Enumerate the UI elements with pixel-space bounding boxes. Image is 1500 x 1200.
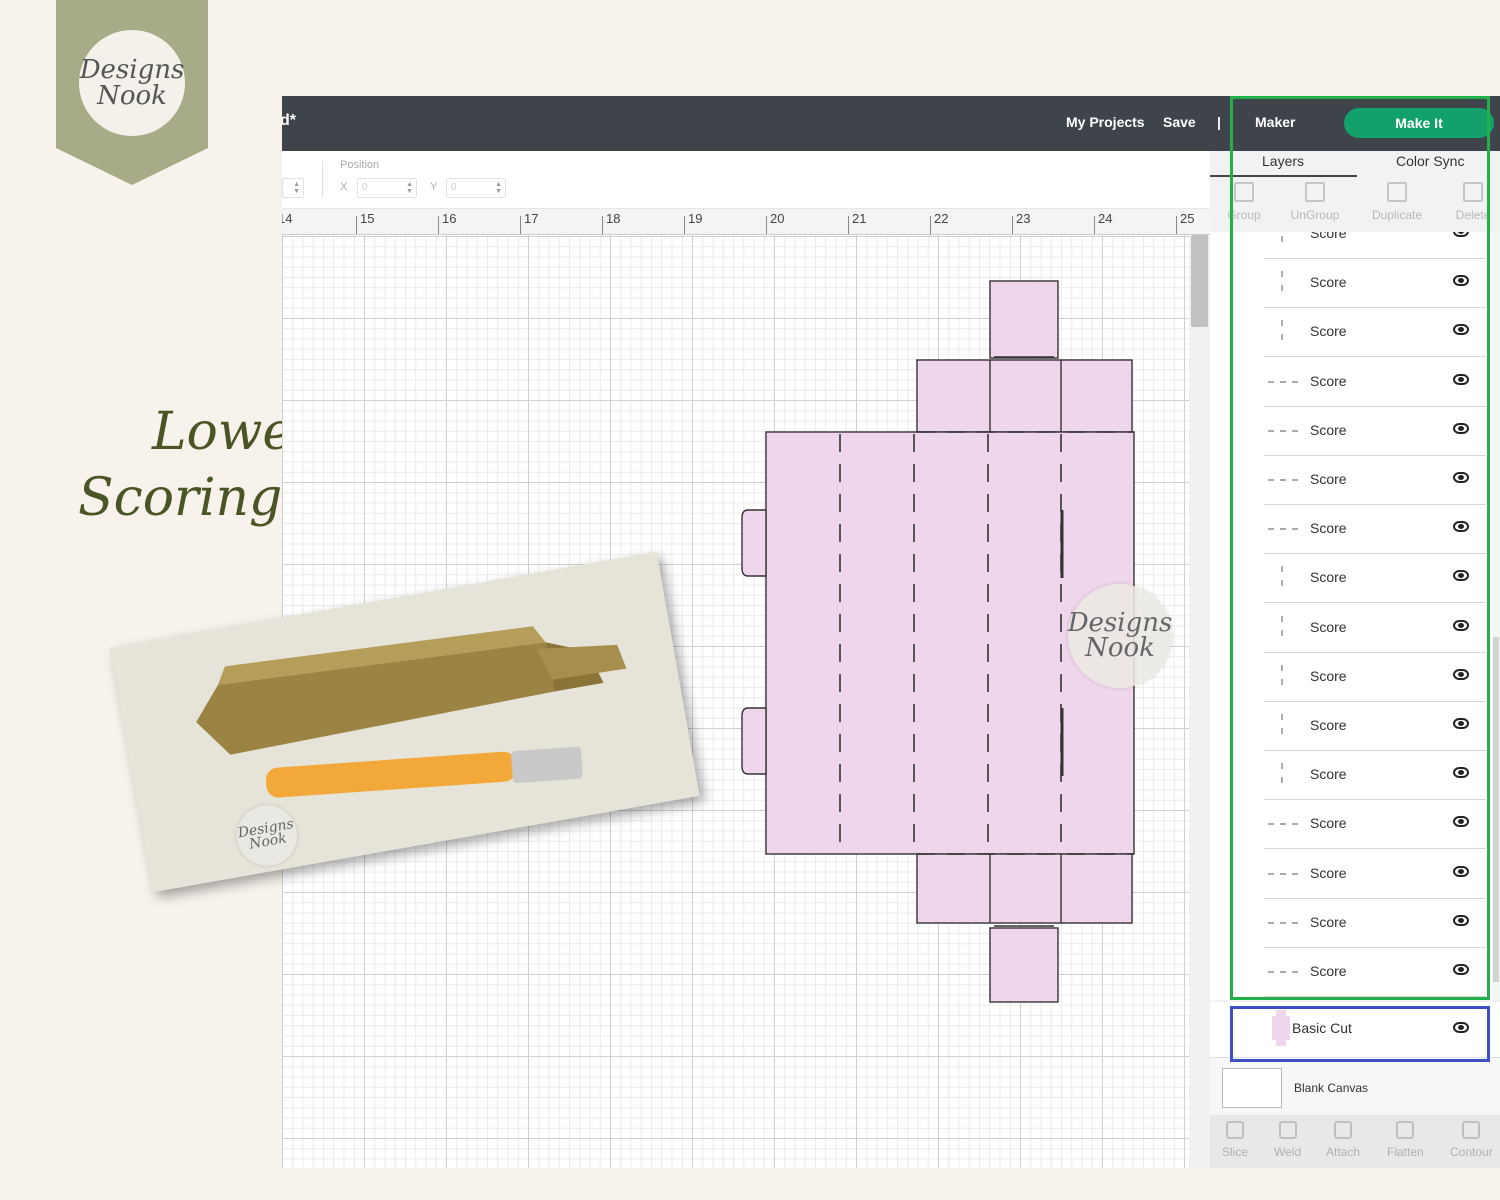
bottom-layer-tools: Slice Weld Attach Flatten Contour (1210, 1115, 1500, 1168)
y-value: 0 (451, 182, 457, 193)
ruler-label: 23 (1016, 211, 1031, 226)
watermark-line2: Nook (1085, 633, 1155, 663)
ruler-label: 25 (1180, 211, 1195, 226)
weld-button[interactable]: Weld (1274, 1121, 1301, 1159)
top-tuck-flap (989, 280, 1059, 359)
blank-canvas-label: Blank Canvas (1294, 1081, 1369, 1095)
ruler-tick (684, 216, 685, 234)
slice-label: Slice (1222, 1145, 1249, 1159)
ruler-label: 14 (282, 211, 293, 226)
basic-cut-highlight (1230, 1006, 1490, 1062)
ruler-label: 22 (934, 211, 949, 226)
flatten-button[interactable]: Flatten (1387, 1121, 1424, 1159)
blank-canvas-row[interactable]: Blank Canvas (1210, 1057, 1500, 1115)
attach-label: Attach (1326, 1145, 1361, 1159)
score-layers-highlight (1230, 96, 1490, 1000)
x-value: 0 (362, 182, 368, 193)
paperclip-icon (1334, 1121, 1353, 1139)
layer-list-scroll-thumb[interactable] (1493, 637, 1499, 982)
ruler-tick (848, 216, 849, 234)
edit-toolbar: ▲ ▼ Position X 0 ▲ ▼ Y 0 ▲ ▼ (282, 151, 1210, 209)
ruler-tick (1012, 216, 1013, 234)
contour-icon (1462, 1121, 1481, 1139)
ruler-tick (1094, 216, 1095, 234)
brand-logo-line2: Nook (97, 81, 167, 111)
ruler-label: 21 (852, 211, 867, 226)
y-label: Y (430, 181, 438, 193)
ruler-label: 20 (770, 211, 785, 226)
ruler-label: 15 (360, 211, 375, 226)
contour-button[interactable]: Contour (1450, 1121, 1493, 1159)
weld-label: Weld (1274, 1145, 1302, 1159)
flatten-label: Flatten (1387, 1145, 1424, 1159)
photo-watermark-line2: Nook (248, 830, 288, 853)
x-position-input[interactable]: 0 ▲ ▼ (357, 178, 417, 198)
brand-logo-line1: Designs (79, 55, 185, 85)
ruler-tick (1176, 216, 1177, 234)
weld-icon (1278, 1121, 1297, 1139)
ruler-tick (766, 216, 767, 234)
toolbar-divider (322, 161, 323, 197)
bottom-dust-flaps (916, 853, 1133, 924)
slice-button[interactable]: Slice (1222, 1121, 1248, 1159)
layer-list-scrollbar[interactable] (1492, 232, 1500, 1000)
topbar-separator: | (1217, 114, 1221, 130)
ruler-label: 18 (606, 211, 621, 226)
ruler-label: 19 (688, 211, 703, 226)
my-projects-link[interactable]: My Projects (1066, 114, 1145, 130)
blank-canvas-thumbnail (1222, 1068, 1282, 1108)
glue-tab-lower (741, 707, 767, 775)
canvas-scroll-thumb[interactable] (1191, 235, 1208, 327)
project-title: d* (282, 112, 296, 129)
top-dust-flaps (916, 359, 1133, 433)
y-position-input[interactable]: 0 ▲ ▼ (446, 178, 506, 198)
size-stepper[interactable]: ▲ ▼ (282, 178, 304, 198)
canvas-scrollbar[interactable] (1189, 235, 1210, 1168)
x-label: X (340, 181, 348, 193)
ruler-tick (356, 216, 357, 234)
ruler-tick (602, 216, 603, 234)
ruler-tick (930, 216, 931, 234)
position-label: Position (340, 159, 380, 171)
bottom-tuck-flap (989, 927, 1059, 1003)
attach-button[interactable]: Attach (1326, 1121, 1360, 1159)
ruler-label: 17 (524, 211, 539, 226)
slice-icon (1226, 1121, 1244, 1139)
brand-logo: Designs Nook (79, 30, 185, 136)
glue-tab-upper (741, 509, 767, 577)
horizontal-ruler: 14 15 16 17 18 19 20 21 22 23 24 25 (282, 209, 1210, 235)
contour-label: Contour (1450, 1145, 1493, 1159)
ruler-tick (438, 216, 439, 234)
save-link[interactable]: Save (1163, 114, 1196, 130)
flatten-icon (1396, 1121, 1415, 1139)
ruler-label: 16 (442, 211, 457, 226)
ruler-tick (520, 216, 521, 234)
ruler-label: 24 (1098, 211, 1113, 226)
canvas-watermark: Designs Nook (1068, 584, 1172, 688)
